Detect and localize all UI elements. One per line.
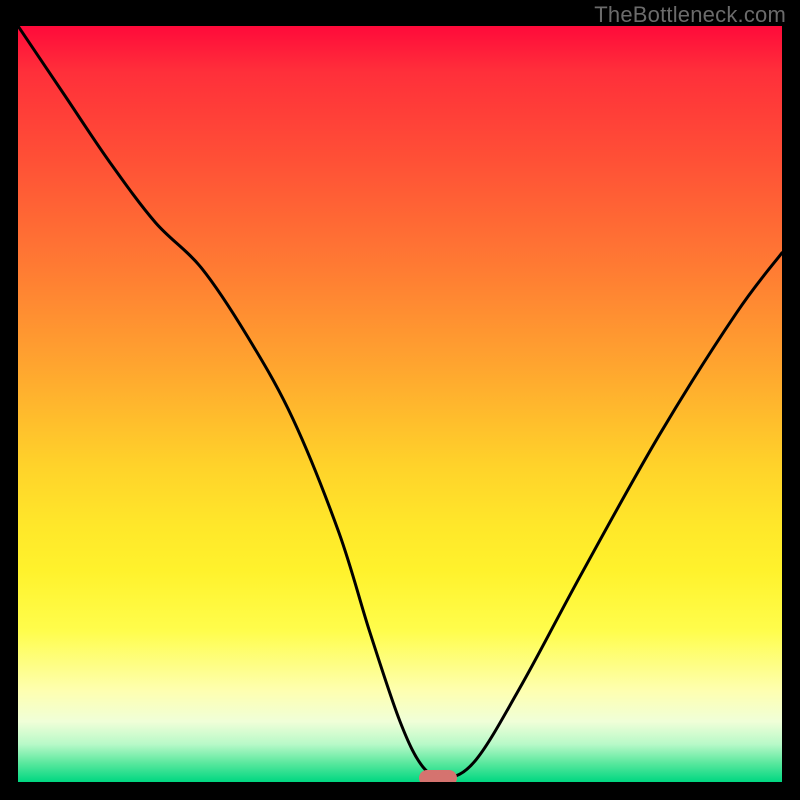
chart-frame: TheBottleneck.com [0,0,800,800]
bottleneck-curve [18,26,782,782]
watermark-text: TheBottleneck.com [594,2,786,28]
optimal-marker [419,770,457,782]
plot-area [18,26,782,782]
